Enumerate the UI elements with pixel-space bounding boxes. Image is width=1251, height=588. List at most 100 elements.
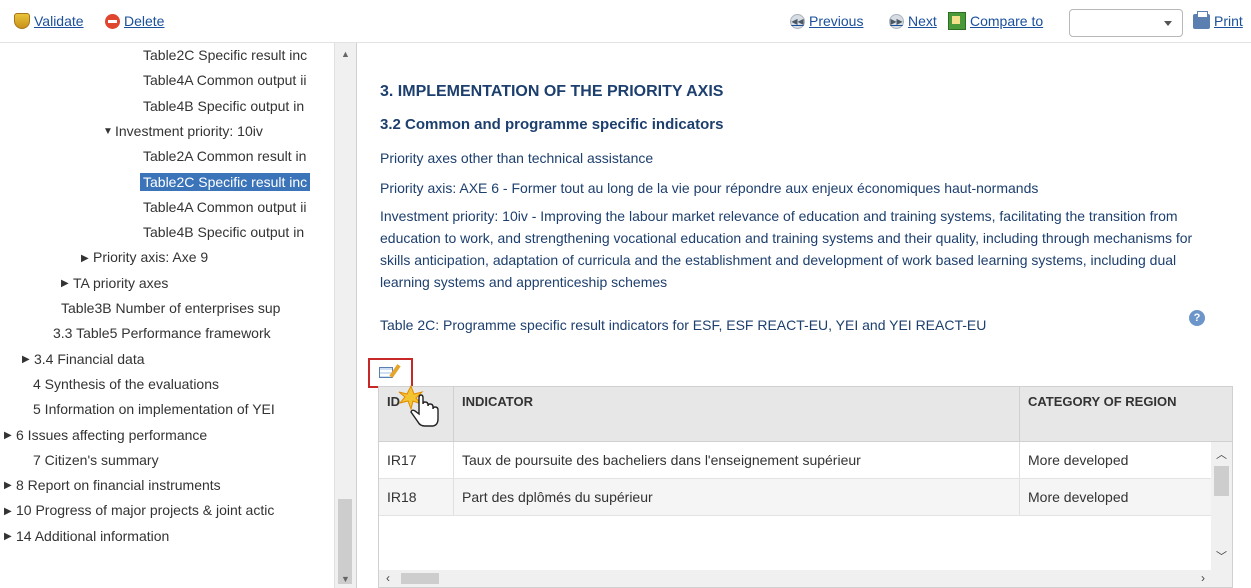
expand-right-icon[interactable]: ▶ [22, 349, 34, 371]
tree-item-label: 10 Progress of major projects & joint ac… [16, 502, 275, 519]
cell-indicator: Taux de poursuite des bacheliers dans l'… [453, 442, 1019, 478]
tree-item-label: Table4B Specific output in [143, 224, 305, 241]
cell-category: More developed [1019, 442, 1211, 478]
tree-item-label: 4 Synthesis of the evaluations [33, 375, 220, 392]
tree-item[interactable]: Table4A Common output ii [143, 69, 306, 91]
help-icon[interactable]: ? [1189, 310, 1205, 326]
compare-select[interactable] [1069, 9, 1183, 37]
tree-item[interactable]: Table4B Specific output in [143, 221, 304, 243]
tree-item[interactable]: Table4A Common output ii [143, 196, 306, 218]
tree-item-label: 3.3 Table5 Performance framework [53, 325, 271, 342]
investment-priority-text: Investment priority: 10iv - Improving th… [380, 208, 1193, 290]
priority-axis-text: Priority axis: AXE 6 - Former tout au lo… [380, 180, 1039, 196]
tree-item-label: 7 Citizen's summary [33, 451, 159, 468]
tree-items: Table2C Specific result inc Table4A Commo… [0, 43, 334, 588]
expand-right-icon[interactable]: ▶ [4, 425, 16, 447]
compare-icon [948, 12, 966, 30]
tree-item-label: 3.4 Financial data [34, 350, 145, 367]
table-row[interactable]: IR18 Part des dplômés du supérieur More … [379, 479, 1211, 516]
next-button[interactable]: ▶▶ Next [889, 13, 937, 29]
tree-scrollbar[interactable]: ▲ ▼ [334, 43, 356, 588]
print-label: Print [1214, 13, 1243, 29]
table-caption: Table 2C: Programme specific result indi… [380, 317, 987, 333]
tree-item-label: Table4A Common output ii [143, 198, 307, 215]
toolbar: Validate Delete ◀◀ Previous ▶▶ Next Comp… [0, 0, 1251, 43]
tree-item-label: Table4A Common output ii [143, 72, 307, 89]
tree-item-label: Table4B Specific output in [143, 97, 305, 114]
previous-label: Previous [809, 13, 864, 29]
scrollbar-thumb[interactable] [401, 573, 439, 584]
priority-axes-type: Priority axes other than technical assis… [380, 150, 654, 166]
tree-item[interactable]: ▼ Investment priority: 10iv [103, 120, 263, 142]
tree-item[interactable]: ▶ Priority axis: Axe 9 [81, 246, 208, 268]
tree-item[interactable]: ▶ 10 Progress of major projects & joint a… [4, 499, 274, 521]
tree-item[interactable]: ▶ 8 Report on financial instruments [4, 474, 221, 496]
page-title: 3. IMPLEMENTATION OF THE PRIORITY AXIS [380, 83, 724, 100]
scroll-down-icon[interactable]: ▼ [335, 572, 356, 586]
expand-right-icon[interactable]: ▶ [4, 501, 16, 523]
tree-item[interactable]: 7 Citizen's summary [33, 449, 159, 471]
tree-item[interactable]: 4 Synthesis of the evaluations [33, 373, 219, 395]
tree-item-label: Priority axis: Axe 9 [93, 249, 209, 266]
expand-down-icon[interactable]: ▼ [103, 121, 115, 143]
tree-item[interactable]: ▶ 3.4 Financial data [22, 348, 145, 370]
scroll-up-icon[interactable]: ︿ [1211, 448, 1232, 462]
tree-item[interactable]: ▶ TA priority axes [61, 272, 168, 294]
previous-icon: ◀◀ [790, 13, 805, 29]
next-icon: ▶▶ [889, 13, 904, 29]
column-header-indicator[interactable]: INDICATOR [453, 387, 1019, 441]
delete-button[interactable]: Delete [105, 13, 164, 29]
table-row[interactable]: IR17 Taux de poursuite des bacheliers da… [379, 442, 1211, 479]
delete-label: Delete [124, 13, 165, 29]
tree-item[interactable]: Table3B Number of enterprises sup [61, 297, 280, 319]
expand-right-icon[interactable]: ▶ [4, 475, 16, 497]
chevron-down-icon [1164, 21, 1172, 26]
cell-indicator: Part des dplômés du supérieur [453, 479, 1019, 515]
navigation-tree: Table2C Specific result inc Table4A Commo… [0, 43, 357, 588]
cell-category: More developed [1019, 479, 1211, 515]
hand-cursor-icon [398, 384, 439, 427]
validate-button[interactable]: Validate [14, 13, 84, 29]
table-horizontal-scrollbar[interactable]: ‹ › [379, 570, 1232, 587]
section-subtitle: 3.2 Common and programme specific indica… [380, 116, 724, 133]
tree-item-label: Table2A Common result in [143, 148, 307, 165]
print-icon [1193, 10, 1210, 29]
tree-item-label: TA priority axes [73, 274, 169, 291]
tree-item[interactable]: Table2A Common result in [143, 145, 306, 167]
cell-id: IR17 [387, 452, 417, 468]
tree-item-label: 6 Issues affecting performance [16, 426, 208, 443]
scroll-left-icon[interactable]: ‹ [379, 570, 397, 587]
next-label: Next [908, 13, 937, 29]
tree-item[interactable]: ▶ 14 Additional information [4, 525, 169, 547]
scroll-down-icon[interactable]: ﹀ [1211, 550, 1232, 564]
validate-label: Validate [34, 13, 84, 29]
tree-item[interactable]: 5 Information on implementation of YEI [33, 398, 275, 420]
scroll-right-icon[interactable]: › [1194, 570, 1212, 587]
compare-label: Compare to [970, 13, 1044, 29]
tree-item[interactable]: ▶ 6 Issues affecting performance [4, 424, 207, 446]
tree-item-label: 5 Information on implementation of YEI [33, 401, 275, 418]
scroll-up-icon[interactable]: ▲ [335, 47, 356, 61]
tree-item-label: 8 Report on financial instruments [16, 477, 221, 494]
tree-item[interactable]: Table2C Specific result inc [143, 44, 307, 66]
tree-item-label: Table3B Number of enterprises sup [61, 300, 281, 316]
indicators-table: ID INDICATOR CATEGORY OF REGION IR17 Tau… [378, 386, 1233, 588]
expand-right-icon[interactable]: ▶ [81, 248, 93, 270]
tree-item-label: Table2C Specific result inc [143, 47, 308, 63]
print-button[interactable]: Print [1193, 10, 1243, 29]
expand-right-icon[interactable]: ▶ [61, 273, 73, 295]
delete-icon [105, 13, 120, 29]
tree-item[interactable]: Table2C Specific result inc [140, 171, 311, 193]
cell-id: IR18 [387, 489, 417, 505]
tree-item[interactable]: Table4B Specific output in [143, 95, 304, 117]
tree-item-label: Investment priority: 10iv [115, 122, 263, 139]
compare-button[interactable]: Compare to [948, 12, 1043, 30]
tree-item[interactable]: 3.3 Table5 Performance framework [53, 322, 271, 344]
main-content: 3. IMPLEMENTATION OF THE PRIORITY AXIS 3… [357, 43, 1251, 588]
table-header: ID INDICATOR CATEGORY OF REGION [379, 387, 1232, 442]
scrollbar-thumb[interactable] [1214, 466, 1229, 496]
expand-right-icon[interactable]: ▶ [4, 526, 16, 548]
previous-button[interactable]: ◀◀ Previous [790, 13, 863, 29]
column-header-category[interactable]: CATEGORY OF REGION [1019, 387, 1232, 441]
table-vertical-scrollbar[interactable]: ︿ ﹀ [1211, 442, 1232, 570]
